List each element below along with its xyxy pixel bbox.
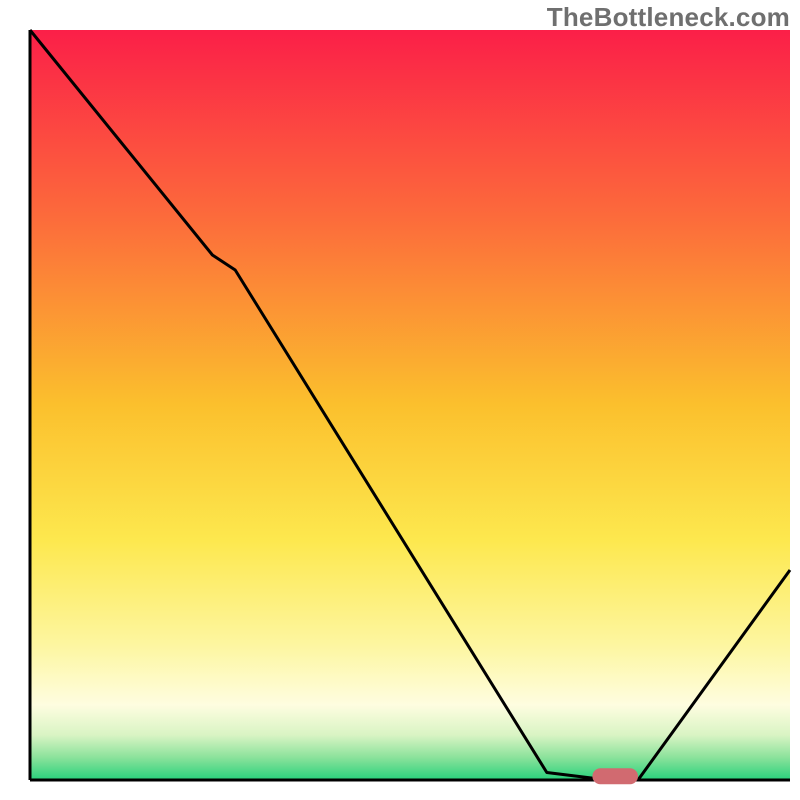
plot-background — [30, 30, 790, 780]
bottleneck-chart — [0, 0, 800, 800]
optimal-marker — [592, 768, 638, 784]
watermark-text: TheBottleneck.com — [547, 2, 790, 33]
chart-container: TheBottleneck.com — [0, 0, 800, 800]
